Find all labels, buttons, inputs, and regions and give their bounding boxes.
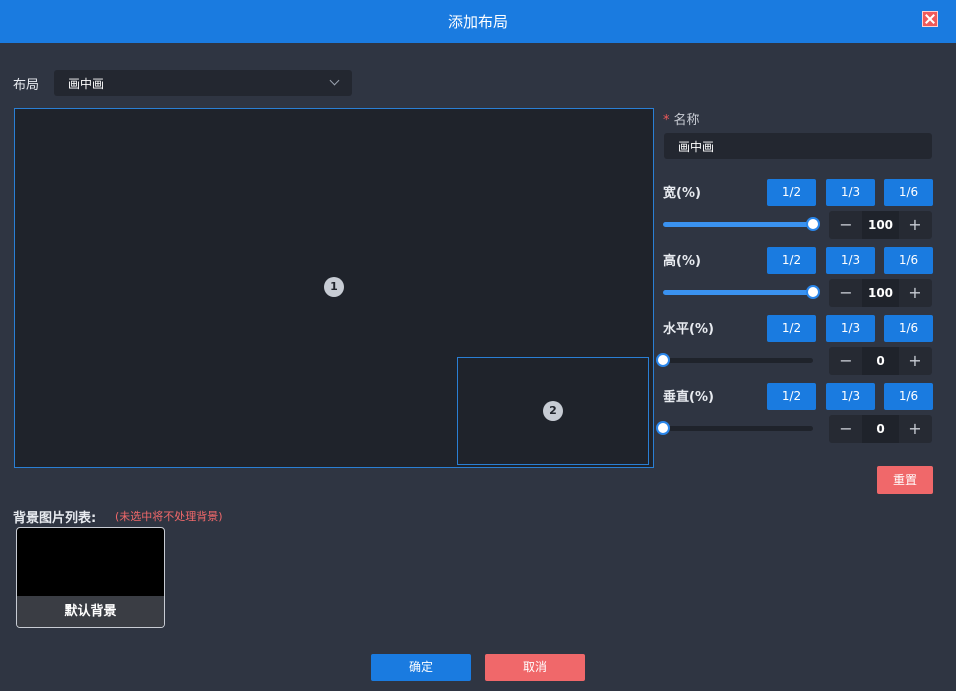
window-1-marker: 1 [324,277,344,297]
dialog-title: 添加布局 [447,13,508,31]
horizontal-sixth-button[interactable]: 1/6 [884,315,933,342]
horizontal-third-button[interactable]: 1/3 [826,315,875,342]
horizontal-increment-button[interactable]: + [900,347,930,375]
width-slider[interactable] [663,222,813,227]
layout-label: 布局 [13,78,40,93]
width-third-button[interactable]: 1/3 [826,179,875,206]
background-list-label: 背景图片列表: [13,511,97,526]
horizontal-label: 水平(%) [663,322,714,337]
height-label: 高(%) [663,254,701,269]
height-slider-fill [663,290,813,295]
width-decrement-button[interactable]: − [831,211,861,239]
height-third-button[interactable]: 1/3 [826,247,875,274]
horizontal-value[interactable]: 0 [862,347,899,375]
height-stepper[interactable]: − 100 + [829,279,932,307]
width-stepper[interactable]: − 100 + [829,211,932,239]
vertical-label: 垂直(%) [663,390,714,405]
cancel-button[interactable]: 取消 [485,654,585,681]
required-mark: * [663,113,670,128]
name-label-text: 名称 [673,113,700,128]
name-label: * 名称 [663,109,700,128]
height-half-button[interactable]: 1/2 [767,247,816,274]
vertical-value[interactable]: 0 [862,415,899,443]
chevron-down-icon [329,75,340,86]
width-label: 宽(%) [663,186,701,201]
height-value[interactable]: 100 [862,279,899,307]
vertical-sixth-button[interactable]: 1/6 [884,383,933,410]
background-thumbnail-caption: 默认背景 [17,596,164,627]
height-sixth-button[interactable]: 1/6 [884,247,933,274]
height-slider-handle[interactable] [806,285,820,299]
name-input-value: 画中画 [678,140,715,154]
width-half-button[interactable]: 1/2 [767,179,816,206]
confirm-button[interactable]: 确定 [371,654,471,681]
height-slider[interactable] [663,290,813,295]
vertical-slider-handle[interactable] [656,421,670,435]
horizontal-slider[interactable] [663,358,813,363]
reset-button[interactable]: 重置 [877,466,933,494]
height-decrement-button[interactable]: − [831,279,861,307]
window-2[interactable]: 2 [457,357,649,465]
background-thumbnail-default[interactable]: 默认背景 [16,527,165,628]
vertical-third-button[interactable]: 1/3 [826,383,875,410]
width-value[interactable]: 100 [862,211,899,239]
horizontal-slider-handle[interactable] [656,353,670,367]
width-increment-button[interactable]: + [900,211,930,239]
horizontal-decrement-button[interactable]: − [831,347,861,375]
horizontal-half-button[interactable]: 1/2 [767,315,816,342]
horizontal-stepper[interactable]: − 0 + [829,347,932,375]
vertical-stepper[interactable]: − 0 + [829,415,932,443]
dialog-titlebar: 添加布局 [0,0,956,43]
background-list-hint: (未选中将不处理背景) [115,510,223,523]
vertical-increment-button[interactable]: + [900,415,930,443]
vertical-half-button[interactable]: 1/2 [767,383,816,410]
close-icon[interactable] [922,11,938,27]
layout-select[interactable]: 画中画 [54,70,352,96]
layout-select-value: 画中画 [68,77,105,91]
width-sixth-button[interactable]: 1/6 [884,179,933,206]
window-2-marker: 2 [543,401,563,421]
width-slider-fill [663,222,813,227]
layout-preview-canvas[interactable]: 1 2 [14,108,654,468]
width-slider-handle[interactable] [806,217,820,231]
vertical-decrement-button[interactable]: − [831,415,861,443]
name-input[interactable]: 画中画 [664,133,932,159]
height-increment-button[interactable]: + [900,279,930,307]
vertical-slider[interactable] [663,426,813,431]
